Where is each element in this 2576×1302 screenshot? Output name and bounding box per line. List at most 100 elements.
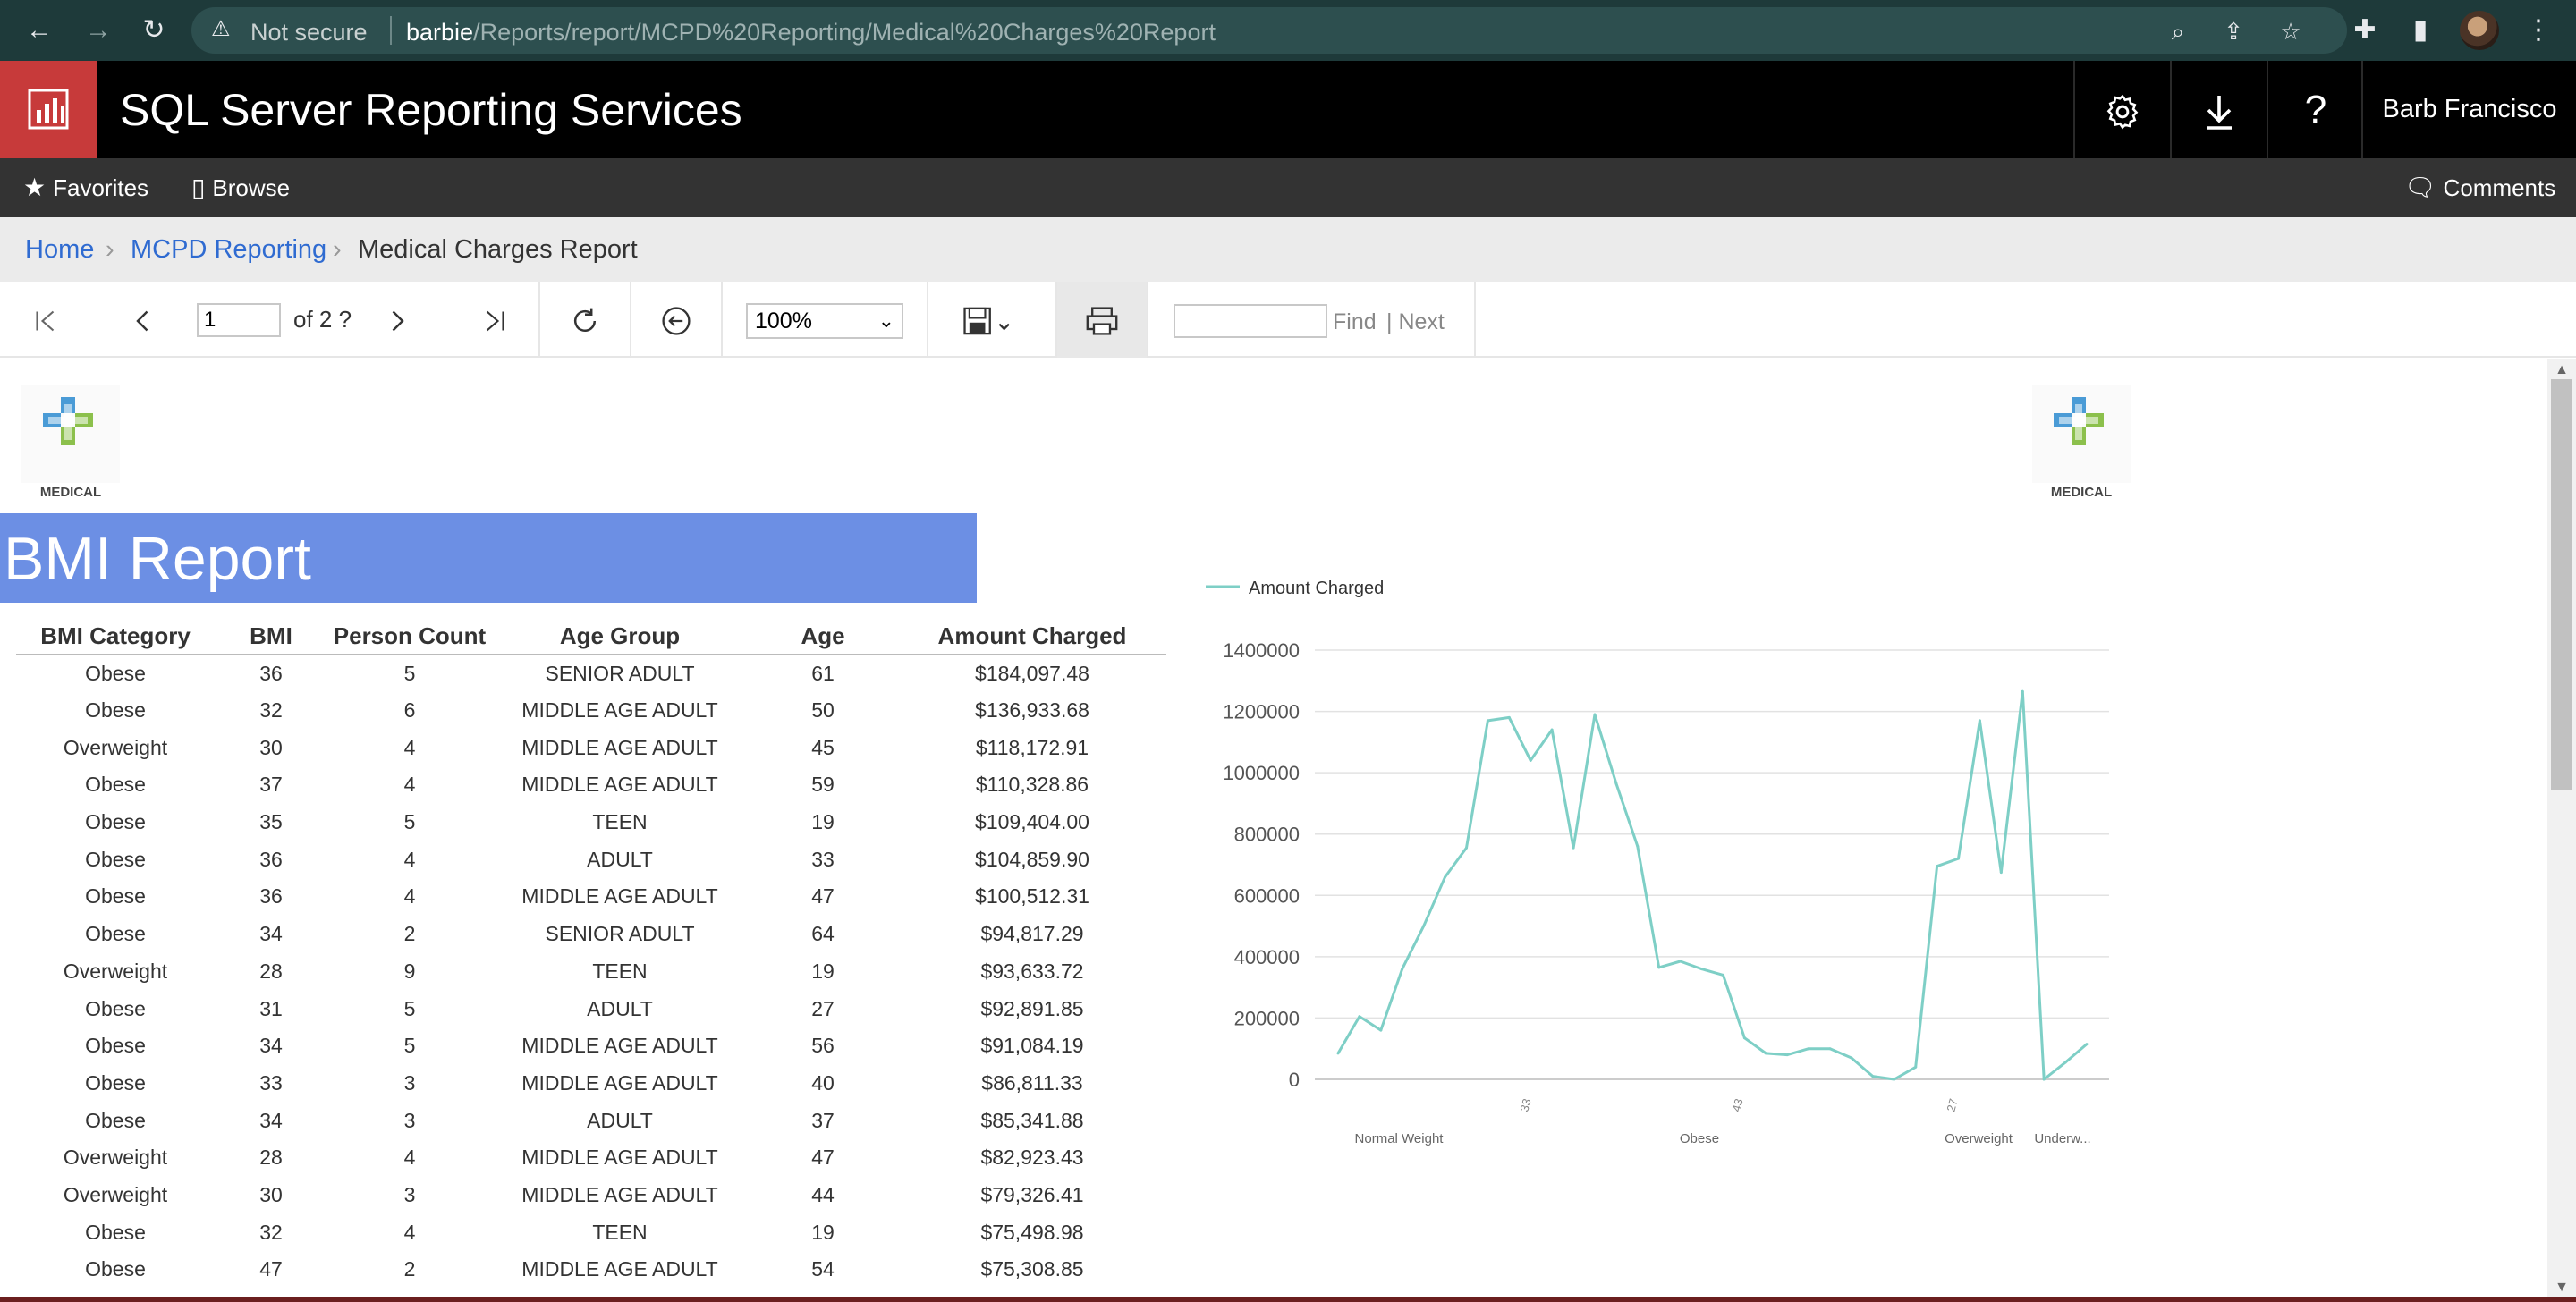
table-cell: 5 [403,661,416,685]
url-text[interactable]: barbie/Reports/report/MCPD%20Reporting/M… [406,19,1216,46]
table-cell: $91,084.19 [980,1034,1084,1058]
x-category-label: Underw... [2034,1131,2090,1146]
find-input[interactable] [1174,304,1327,338]
next-page-icon[interactable] [370,282,424,358]
table-cell: $118,172.91 [975,735,1089,759]
column-header: Amount Charged [898,619,1166,655]
scroll-thumb[interactable] [2551,379,2572,790]
table-cell: $82,923.43 [980,1146,1084,1170]
table-cell: 4 [403,1146,416,1170]
table-cell: $86,811.33 [981,1070,1083,1095]
help-icon[interactable]: ? [2267,61,2363,158]
page-number-input[interactable]: 1 [197,303,281,337]
column-header: Age [748,619,898,655]
export-save-icon[interactable] [948,282,1029,358]
zoom-icon[interactable]: ⌕ [2163,16,2193,46]
forward-arrow-icon[interactable]: → [80,13,116,48]
zoom-select[interactable]: 100% ⌄ [746,303,903,339]
breadcrumb-folder[interactable]: MCPD Reporting [131,235,326,265]
table-cell: 5 [403,996,416,1020]
find-next-button[interactable]: | Next [1386,309,1445,335]
address-bar[interactable]: ⚠ Not secure barbie/Reports/report/MCPD%… [191,7,2347,54]
data-point [1721,973,1724,976]
table-cell: MIDDLE AGE ADULT [521,1182,718,1206]
table-cell: Obese [85,773,146,797]
table-row: Obese 34 2 SENIOR ADULT 64 $94,817.29 [16,916,1166,953]
data-point [1657,966,1661,969]
table-row: Overweight 30 3 MIDDLE AGE ADULT 44 $79,326.4… [16,1177,1166,1214]
side-panel-icon[interactable]: ▮ [2402,13,2438,48]
table-cell: MIDDLE AGE ADULT [521,884,718,909]
breadcrumb-chevron-icon: › [106,235,114,264]
column-header: BMI [215,619,327,655]
download-icon[interactable] [2170,61,2267,158]
data-point [1679,960,1682,963]
table-cell: Obese [85,922,146,946]
data-point [1700,968,1704,971]
table-row: Obese 31 5 ADULT 27 $92,891.85 [16,990,1166,1027]
table-cell: SENIOR ADULT [545,922,695,946]
comments-button[interactable]: 🗨 Comments [2404,158,2555,217]
settings-gear-icon[interactable] [2073,61,2170,158]
comments-label: Comments [2443,174,2556,201]
data-point [1614,782,1618,785]
user-name[interactable]: Barb Francisco [2361,61,2576,158]
security-label: Not secure [250,19,368,46]
bmi-table: BMI Category BMI Person Count Age Group … [16,619,1166,1289]
table-cell: Overweight [63,735,168,759]
find-button[interactable]: Find [1333,309,1377,335]
last-page-icon[interactable] [467,282,521,358]
table-cell: $75,498.98 [980,1220,1084,1244]
table-cell: 9 [403,959,416,983]
back-to-parent-icon[interactable] [649,282,703,358]
table-cell: 4 [403,884,416,909]
comment-icon: 🗨 [2404,173,2436,201]
table-cell: 44 [811,1182,835,1206]
table-cell: 32 [259,698,283,723]
profile-avatar[interactable] [2460,11,2499,50]
medical-logo-text: MEDICAL [2050,485,2113,500]
bookmark-star-icon[interactable]: ☆ [2275,16,2306,46]
table-cell: 64 [811,922,835,946]
table-header-row: BMI Category BMI Person Count Age Group … [16,619,1166,655]
print-button[interactable] [1057,282,1147,358]
data-point [1999,871,2003,875]
table-cell: 34 [259,1108,283,1132]
breadcrumb-home[interactable]: Home [25,235,94,265]
table-cell: Obese [85,810,146,834]
browser-menu-icon[interactable]: ⋮ [2521,13,2556,48]
table-cell: 5 [403,1034,416,1058]
table-cell: 45 [811,735,835,759]
first-page-icon[interactable] [20,282,73,358]
table-cell: $110,328.86 [975,773,1089,797]
extensions-icon[interactable]: ✚ [2347,13,2383,48]
table-cell: 34 [259,1034,283,1058]
data-point [1807,1047,1810,1051]
browse-nav[interactable]: ▯ Browse [191,158,290,217]
refresh-icon[interactable] [558,282,612,358]
back-arrow-icon[interactable]: ← [21,13,57,48]
table-cell: 6 [403,698,416,723]
table-row: Obese 36 4 MIDDLE AGE ADULT 47 $100,512.31 [16,878,1166,916]
favorites-nav[interactable]: ★ Favorites [23,158,148,217]
table-cell: Obese [85,1070,146,1095]
reload-icon[interactable]: ↻ [136,13,172,48]
data-point [1379,1028,1383,1032]
browse-page-icon: ▯ [191,173,206,201]
data-point [1336,1052,1340,1055]
table-cell: 36 [259,884,283,909]
share-icon[interactable]: ⇪ [2218,16,2249,46]
table-cell: 30 [259,735,283,759]
data-point [1401,968,1404,971]
vertical-scrollbar[interactable]: ▲ ▼ [2547,359,2576,1302]
scroll-up-icon[interactable]: ▲ [2555,363,2569,377]
data-point [1828,1047,1832,1051]
scroll-down-icon[interactable]: ▼ [2555,1281,2569,1295]
table-cell: $85,341.88 [980,1108,1084,1132]
previous-page-icon[interactable] [116,282,170,358]
table-cell: 2 [403,922,416,946]
table-row: Obese 36 4 ADULT 33 $104,859.90 [16,841,1166,878]
data-point [1871,1075,1875,1078]
browser-toolbar: ← → ↻ ⚠ Not secure barbie/Reports/report… [0,0,2576,61]
ssrs-logo-icon[interactable] [0,61,97,158]
